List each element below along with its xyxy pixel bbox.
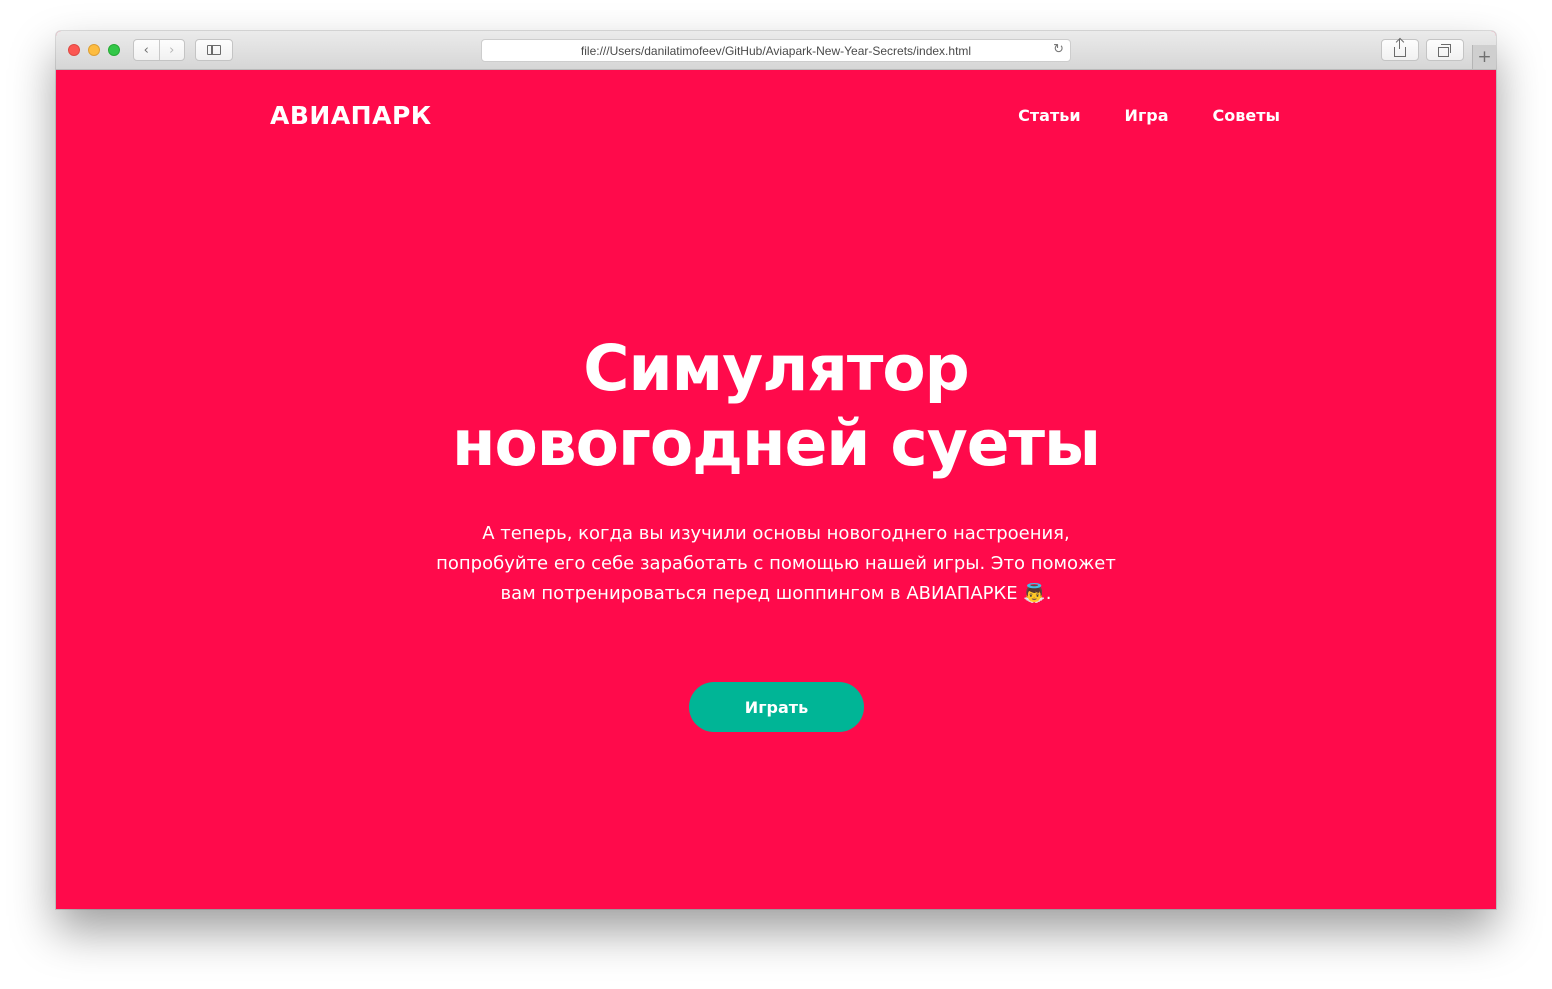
history-navigation: ‹ › xyxy=(133,39,185,61)
main-navigation: Статьи Игра Советы xyxy=(1018,106,1280,125)
browser-window: ‹ › file:///Users/danilatimofeev/GitHub/… xyxy=(56,31,1496,909)
nav-link-tips[interactable]: Советы xyxy=(1213,106,1280,125)
sidebar-icon xyxy=(207,45,221,55)
close-window-button[interactable] xyxy=(68,44,80,56)
play-button[interactable]: Играть xyxy=(689,682,864,732)
hero-description-line: А теперь, когда вы изучили основы нового… xyxy=(482,523,1070,544)
new-tab-button[interactable]: + xyxy=(1472,45,1496,69)
hero-title-line: новогодней суеты xyxy=(452,406,1101,480)
reload-icon[interactable]: ↻ xyxy=(1053,42,1064,57)
back-button[interactable]: ‹ xyxy=(134,40,159,60)
hero-description-line: вам потренироваться перед шоппингом в АВ… xyxy=(500,583,1052,604)
show-tabs-button[interactable] xyxy=(1426,39,1464,61)
sidebar-toggle-button[interactable] xyxy=(195,39,233,61)
nav-link-articles[interactable]: Статьи xyxy=(1018,106,1080,125)
nav-link-game[interactable]: Игра xyxy=(1125,106,1169,125)
hero-description: А теперь, когда вы изучили основы нового… xyxy=(426,519,1126,609)
address-url: file:///Users/danilatimofeev/GitHub/Avia… xyxy=(580,43,972,58)
site-logo[interactable]: АВИАПАРК xyxy=(270,101,432,130)
page-content: АВИАПАРК Статьи Игра Советы Симулятор но… xyxy=(56,70,1496,909)
chevron-left-icon: ‹ xyxy=(143,42,149,58)
tabs-icon xyxy=(1438,43,1451,57)
share-icon xyxy=(1394,39,1406,57)
minimize-window-button[interactable] xyxy=(88,44,100,56)
forward-button[interactable]: › xyxy=(158,40,185,60)
plus-icon: + xyxy=(1477,47,1492,67)
hero-title-line: Симулятор xyxy=(583,332,969,405)
share-button[interactable] xyxy=(1381,39,1419,61)
browser-toolbar: ‹ › file:///Users/danilatimofeev/GitHub/… xyxy=(56,31,1496,70)
chevron-right-icon: › xyxy=(169,42,175,58)
maximize-window-button[interactable] xyxy=(108,44,120,56)
hero-title: Симулятор новогодней суеты xyxy=(56,332,1496,482)
address-bar[interactable]: file:///Users/danilatimofeev/GitHub/Avia… xyxy=(481,39,1071,62)
hero-description-line: попробуйте его себе заработать с помощью… xyxy=(436,553,1116,574)
